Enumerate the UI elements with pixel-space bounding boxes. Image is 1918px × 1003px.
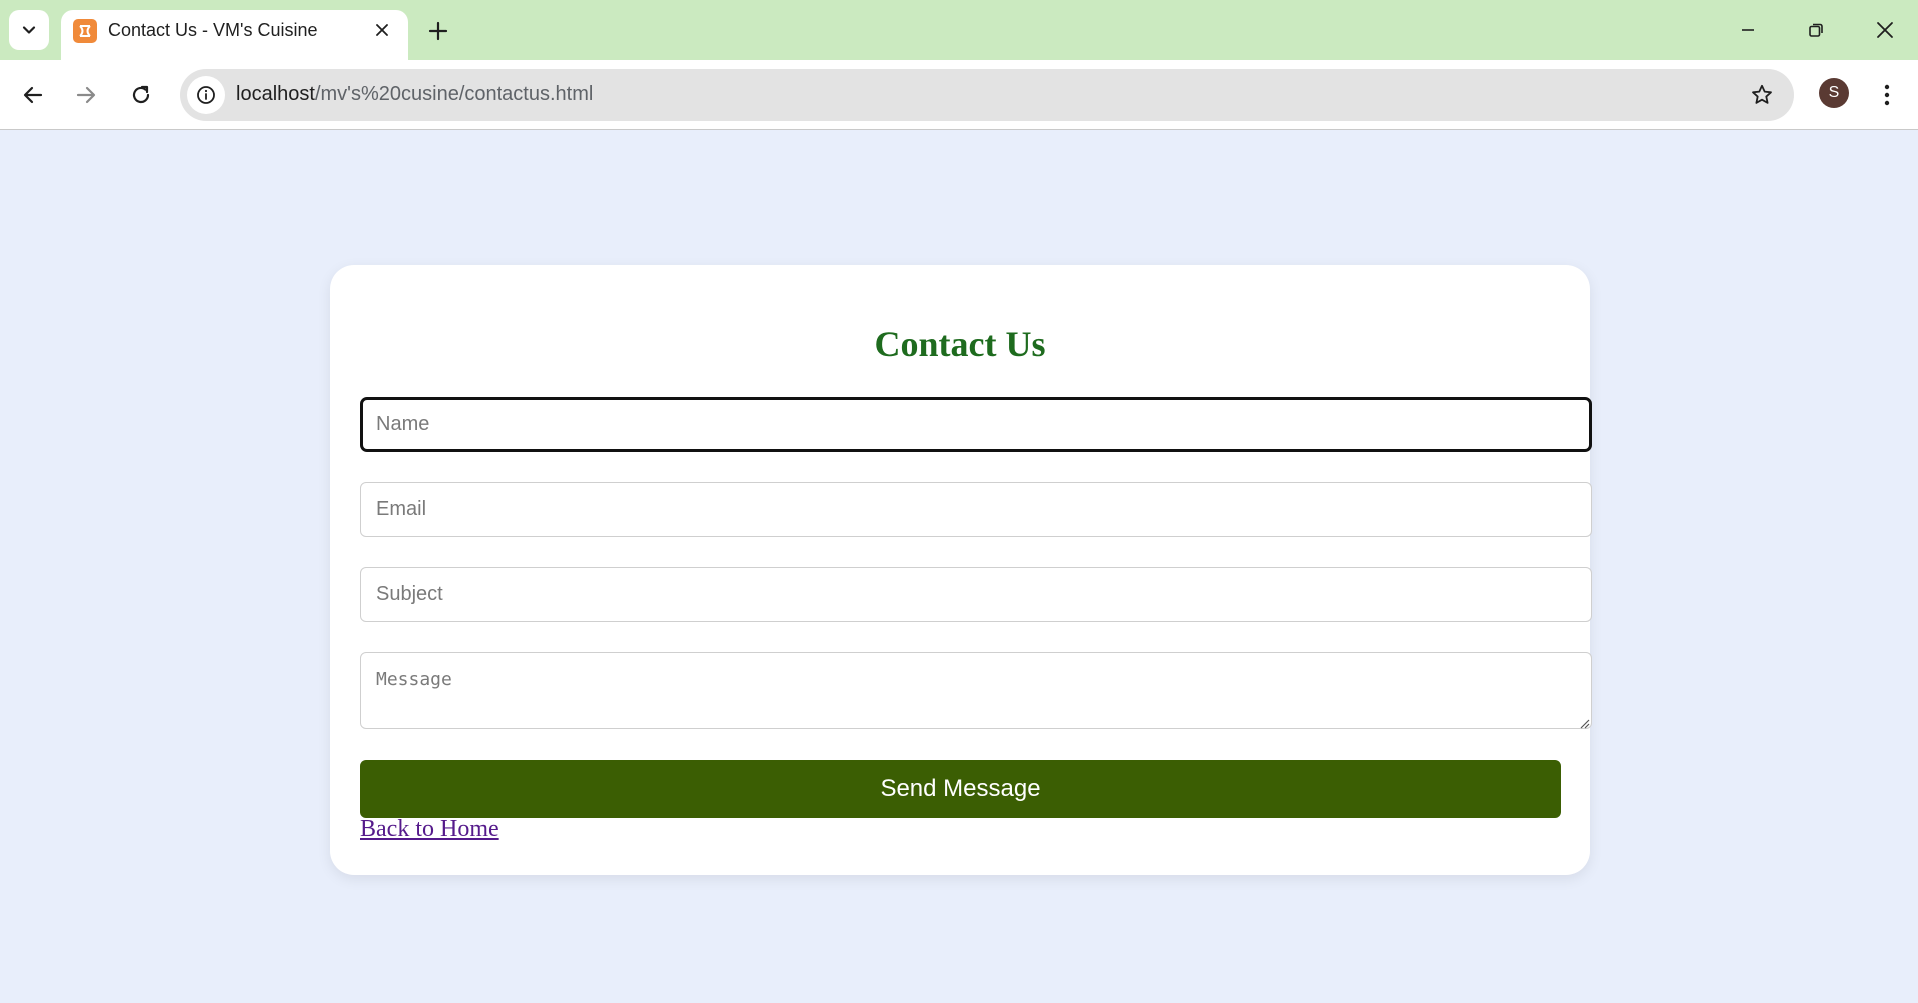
browser-menu-button[interactable] (1869, 75, 1905, 115)
back-to-home-link[interactable]: Back to Home (360, 816, 499, 843)
arrow-left-icon (23, 86, 43, 104)
browser-toolbar: localhost/mv's%20cusine/contactus.html S (0, 60, 1918, 130)
tab-title: Contact Us - VM's Cuisine (108, 20, 318, 40)
forward-button[interactable] (66, 75, 106, 115)
info-icon (197, 86, 215, 104)
close-icon (1877, 22, 1893, 38)
chevron-down-icon (22, 26, 36, 34)
tab-strip: Contact Us - VM's Cuisine (0, 0, 1918, 60)
name-input[interactable] (360, 397, 1592, 452)
url-text: localhost/mv's%20cusine/contactus.html (236, 83, 593, 106)
bookmark-button[interactable] (1748, 81, 1776, 109)
email-input[interactable] (360, 482, 1592, 537)
reload-button[interactable] (121, 75, 161, 115)
profile-avatar[interactable]: S (1819, 78, 1849, 108)
contact-card: Contact Us Send Message Back to Home (330, 265, 1592, 875)
restore-icon (1809, 23, 1823, 37)
tab-close-button[interactable] (370, 18, 394, 42)
more-vert-icon (1884, 84, 1890, 106)
url-path: /mv's%20cusine/contactus.html (314, 83, 594, 105)
subject-input[interactable] (360, 567, 1592, 622)
restore-button[interactable] (1796, 10, 1836, 50)
minimize-button[interactable] (1728, 10, 1768, 50)
resize-grip-icon[interactable] (1578, 717, 1590, 729)
arrow-right-icon (76, 86, 96, 104)
address-bar[interactable]: localhost/mv's%20cusine/contactus.html (180, 69, 1794, 121)
page-title: Contact Us (874, 324, 1046, 364)
plus-icon (428, 21, 448, 41)
close-icon (376, 24, 388, 36)
back-button[interactable] (13, 75, 53, 115)
url-host: localhost (236, 83, 315, 105)
browser-tab[interactable]: Contact Us - VM's Cuisine (61, 10, 408, 60)
window-close-button[interactable] (1865, 10, 1905, 50)
minimize-icon (1742, 29, 1754, 31)
tab-search-button[interactable] (9, 10, 49, 50)
send-message-button[interactable]: Send Message (360, 760, 1561, 818)
star-icon (1752, 84, 1772, 104)
new-tab-button[interactable] (420, 13, 456, 49)
xampp-icon (73, 19, 97, 43)
site-info-button[interactable] (187, 76, 225, 114)
message-textarea[interactable] (360, 652, 1592, 729)
reload-icon (132, 85, 150, 104)
